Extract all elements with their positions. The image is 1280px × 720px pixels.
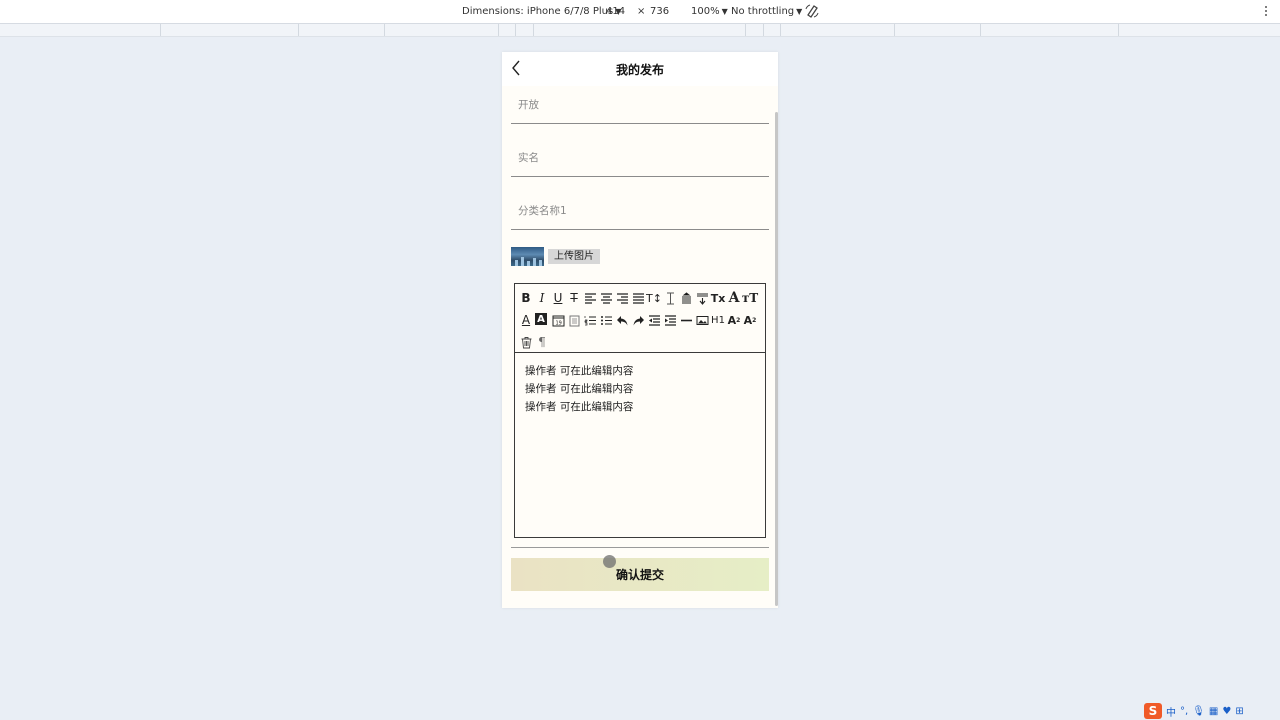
width-input[interactable]: 414	[606, 6, 625, 17]
svg-text:19: 19	[555, 320, 561, 326]
align-left-icon[interactable]	[583, 291, 597, 305]
editor-toolbar: B I U T T↕ Tx A ᴛT A A 19 H1 A 2 A 2 ¶	[515, 284, 765, 353]
heading-icon[interactable]: H1	[711, 313, 725, 327]
times-sign: ×	[637, 6, 646, 17]
divider	[511, 547, 769, 548]
skin-icon[interactable]: ♥	[1222, 706, 1231, 717]
date-icon[interactable]: 19	[551, 313, 565, 327]
ime-tray: S 中 °, 🎙 ▦ ♥ ⊞	[1144, 702, 1244, 720]
font-color-icon[interactable]: A	[519, 313, 533, 327]
phone-viewport: 我的发布 上传图片 B I U T T↕ Tx A ᴛT	[502, 52, 778, 608]
align-center-icon[interactable]	[599, 291, 613, 305]
align-justify-icon[interactable]	[631, 291, 645, 305]
upload-image-button[interactable]: 上传图片	[548, 249, 600, 264]
font-size-large-icon[interactable]: ᴛT	[742, 291, 758, 305]
sogou-logo[interactable]: S	[1144, 703, 1162, 719]
underline-icon[interactable]: U	[551, 291, 565, 305]
italic-icon[interactable]: I	[535, 291, 549, 305]
device-toolbar: Dimensions: iPhone 6/7/8 Plus ▼ 414 × 736…	[0, 0, 1280, 24]
paragraph-spacing-icon[interactable]	[679, 291, 693, 305]
height-input[interactable]: 736	[650, 6, 669, 17]
submit-button[interactable]: 确认提交	[511, 558, 769, 591]
image-icon[interactable]	[695, 313, 709, 327]
redo-icon[interactable]	[631, 313, 645, 327]
content-line: 操作者 可在此编辑内容	[525, 365, 634, 377]
editor-content-area[interactable]: 操作者 可在此编辑内容 操作者 可在此编辑内容 操作者 可在此编辑内容	[525, 362, 633, 416]
content-line: 操作者 可在此编辑内容	[525, 383, 634, 395]
punctuation-icon[interactable]: °,	[1180, 706, 1188, 717]
ime-mode[interactable]: 中	[1166, 704, 1176, 719]
content-line: 操作者 可在此编辑内容	[525, 401, 634, 413]
open-field	[511, 87, 769, 124]
microphone-icon[interactable]: 🎙	[1192, 706, 1205, 717]
keyboard-icon[interactable]: ▦	[1209, 706, 1218, 717]
font-size-icon[interactable]: T↕	[646, 291, 662, 305]
horizontal-rule-icon[interactable]	[679, 313, 693, 327]
zoom-label: 100%	[691, 6, 720, 17]
undo-icon[interactable]	[615, 313, 629, 327]
bold-icon[interactable]: B	[519, 291, 533, 305]
toolbox-icon[interactable]: ⊞	[1235, 706, 1243, 717]
dimensions-dropdown[interactable]: Dimensions: iPhone 6/7/8 Plus ▼	[462, 6, 621, 17]
realname-input[interactable]	[511, 140, 769, 176]
chevron-down-icon: ▼	[796, 7, 803, 16]
page-title: 我的发布	[615, 63, 664, 77]
rotate-icon[interactable]	[805, 4, 819, 18]
ordered-list-icon[interactable]	[583, 313, 597, 327]
align-right-icon[interactable]	[615, 291, 629, 305]
touch-cursor	[603, 555, 616, 568]
outdent-icon[interactable]	[647, 313, 661, 327]
strikethrough-icon[interactable]: T	[567, 291, 581, 305]
font-icon[interactable]: A	[727, 290, 741, 306]
nav-bar: 我的发布	[502, 52, 778, 86]
throttling-label: No throttling	[731, 6, 795, 17]
subscript-icon[interactable]: A2	[727, 313, 741, 327]
more-options-icon[interactable]	[1263, 4, 1269, 18]
indent-icon[interactable]	[663, 313, 677, 327]
clear-format-icon[interactable]: Tx	[711, 291, 726, 305]
unordered-list-icon[interactable]	[599, 313, 613, 327]
media-query-ruler	[0, 24, 1280, 37]
uploaded-image-thumbnail[interactable]	[511, 247, 544, 266]
category-field	[511, 193, 769, 230]
open-input[interactable]	[511, 87, 769, 123]
scrollbar[interactable]	[775, 112, 778, 606]
rich-text-editor: B I U T T↕ Tx A ᴛT A A 19 H1 A 2 A 2 ¶ 操…	[514, 283, 766, 538]
line-height-icon[interactable]	[663, 291, 677, 305]
dimensions-label: Dimensions: iPhone 6/7/8 Plus	[462, 6, 614, 17]
indent-format-icon[interactable]	[695, 291, 709, 305]
superscript-icon[interactable]: A2	[743, 313, 757, 327]
background-color-icon[interactable]: A	[535, 313, 547, 325]
zoom-dropdown[interactable]: 100% ▼	[691, 6, 728, 17]
delete-icon[interactable]	[519, 335, 533, 349]
chevron-down-icon: ▼	[721, 7, 728, 16]
realname-field	[511, 140, 769, 177]
throttling-dropdown[interactable]: No throttling ▼	[731, 6, 802, 17]
category-input[interactable]	[511, 193, 769, 229]
pilcrow-icon[interactable]: ¶	[535, 335, 549, 349]
clipboard-icon[interactable]	[567, 313, 581, 327]
